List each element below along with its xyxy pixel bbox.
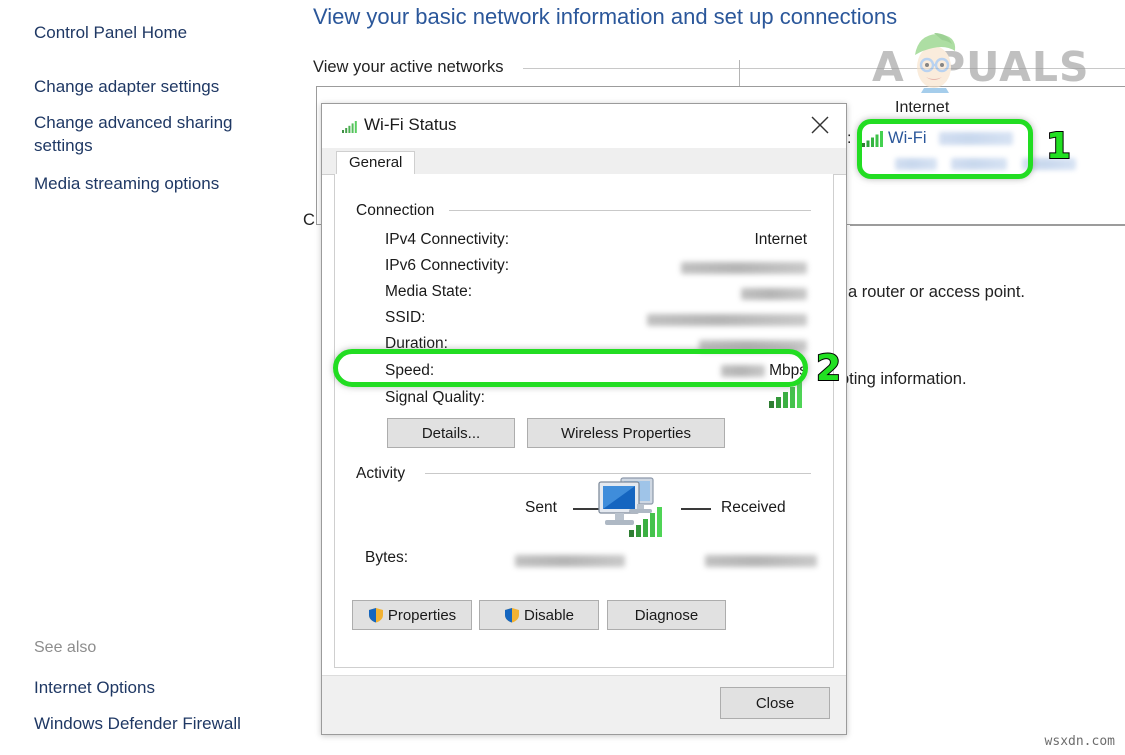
dialog-title: Wi-Fi Status — [364, 115, 457, 134]
connections-colon: : — [847, 130, 852, 147]
activity-dash-right — [681, 508, 711, 510]
row-value-ssid-redacted — [647, 311, 807, 329]
row-value-ipv6-redacted — [681, 259, 807, 277]
close-icon[interactable] — [800, 108, 840, 142]
highlight-box-wifi — [857, 119, 1033, 179]
dialog-title-bar: Wi-Fi Status — [322, 104, 846, 148]
tab-general[interactable]: General — [336, 151, 416, 175]
disable-button[interactable]: Disable — [479, 600, 599, 630]
dialog-footer: Close — [322, 675, 846, 734]
details-button[interactable]: Details... — [387, 418, 515, 448]
shield-icon — [504, 608, 519, 623]
bytes-sent-redacted — [515, 552, 625, 570]
sidebar-item-change-adapter-settings[interactable]: Change adapter settings — [34, 75, 219, 98]
annotation-marker-1: 1 — [1045, 125, 1072, 168]
row-label-media-state: Media State: — [385, 283, 473, 300]
network-computers-icon — [593, 470, 665, 545]
group-divider-connection — [449, 210, 811, 211]
wifi-signal-icon — [342, 120, 358, 138]
wifi-status-dialog: Wi-Fi Status General Connection IPv4 Con… — [321, 103, 847, 735]
see-also-heading: See also — [34, 639, 97, 656]
properties-button[interactable]: Properties — [352, 600, 472, 630]
sidebar-item-windows-defender-firewall[interactable]: Windows Defender Firewall — [34, 712, 241, 735]
behind-dialog-text-router: a router or access point. — [848, 283, 1026, 301]
sidebar-item-change-advanced-sharing-settings[interactable]: Change advanced sharing settings — [34, 111, 254, 157]
tab-panel-general: Connection IPv4 Connectivity: Internet I… — [334, 174, 834, 668]
appuals-mascot-icon — [915, 33, 956, 93]
page-title: View your basic network information and … — [313, 4, 898, 29]
row-label-signal-quality: Signal Quality: — [385, 389, 485, 406]
row-value-ipv4: Internet — [754, 231, 807, 248]
access-type-value: Internet — [895, 99, 950, 116]
behind-dialog-text-left: C — [303, 211, 315, 229]
properties-button-label: Properties — [387, 606, 457, 624]
sidebar: Control Panel Home Change adapter settin… — [0, 0, 300, 755]
group-label-activity: Activity — [356, 465, 406, 482]
tab-strip: General — [322, 148, 846, 175]
row-label-ipv6: IPv6 Connectivity: — [385, 257, 510, 274]
appuals-watermark: ApPUALS — [872, 33, 1102, 93]
disable-button-label: Disable — [523, 606, 575, 624]
annotation-marker-2: 2 — [815, 347, 842, 390]
close-button[interactable]: Close — [720, 687, 830, 719]
sidebar-item-internet-options[interactable]: Internet Options — [34, 676, 155, 699]
wireless-properties-button[interactable]: Wireless Properties — [527, 418, 725, 448]
wsxdn-watermark: wsxdn.com — [1044, 734, 1115, 749]
highlight-box-speed — [333, 349, 808, 387]
section-heading-active-networks: View your active networks — [313, 58, 504, 76]
row-value-media-state-redacted — [741, 285, 807, 303]
sidebar-item-control-panel-home[interactable]: Control Panel Home — [34, 21, 187, 44]
sidebar-item-media-streaming-options[interactable]: Media streaming options — [34, 172, 219, 195]
shield-icon — [368, 608, 383, 623]
activity-received-label: Received — [721, 499, 786, 516]
table-column-divider — [739, 60, 740, 86]
bytes-received-redacted — [705, 552, 817, 570]
behind-dialog-text-troubleshooting: oting information. — [840, 370, 967, 388]
dialog-body: General Connection IPv4 Connectivity: In… — [322, 148, 846, 676]
group-label-connection: Connection — [356, 202, 435, 219]
row-label-ipv4: IPv4 Connectivity: — [385, 231, 510, 248]
activity-sent-label: Sent — [525, 499, 557, 516]
active-networks-bottom-divider — [850, 225, 1125, 226]
diagnose-button[interactable]: Diagnose — [607, 600, 726, 630]
row-label-bytes: Bytes: — [365, 549, 409, 566]
row-label-ssid: SSID: — [385, 309, 426, 326]
